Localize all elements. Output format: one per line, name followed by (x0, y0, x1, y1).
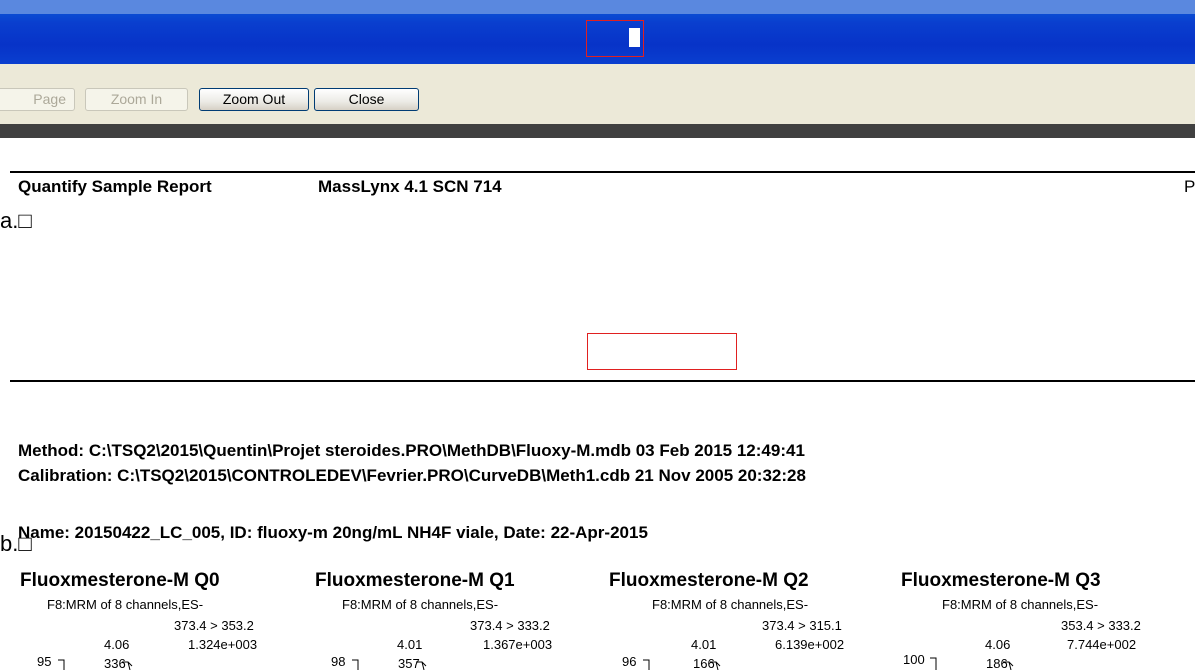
annotation-b: b.□ (0, 531, 32, 556)
chromatogram-transition: 373.4 > 315.1 (762, 618, 842, 633)
report-header-rule (10, 171, 1195, 173)
method-line: Method: C:\TSQ2\2015\Quentin\Projet ster… (18, 441, 805, 460)
software-version: MassLynx 4.1 SCN 714 (318, 177, 502, 196)
chromatogram-channel: F8:MRM of 8 channels,ES- (342, 597, 499, 612)
zoom-in-button[interactable]: Zoom In (85, 88, 188, 111)
report-divider-rule (10, 380, 1195, 382)
chromatogram-title: Fluoxmesterone-M Q2 (609, 570, 809, 591)
report-title: Quantify Sample Report (18, 177, 212, 196)
chromatogram-transition: 373.4 > 353.2 (174, 618, 254, 633)
zoom-out-button[interactable]: Zoom Out (199, 88, 309, 111)
chromatogram-channel: F8:MRM of 8 channels,ES- (942, 597, 1099, 612)
toolbar-separator (0, 124, 1195, 138)
axis-tick-q0 (58, 659, 65, 670)
titlebar-highlight (0, 0, 1195, 14)
chromatogram-title: Fluoxmesterone-M Q0 (20, 570, 220, 591)
highlight-box-report (587, 333, 737, 370)
peak-marker-q0 (122, 661, 133, 670)
toolbar: Page Zoom In Zoom Out Close (0, 64, 1195, 124)
sample-name-line: Name: 20150422_LC_005, ID: fluoxy-m 20ng… (18, 523, 648, 542)
titlebar-marker (629, 28, 640, 47)
peak-marker-q3 (1003, 661, 1014, 670)
page-button[interactable]: Page (0, 88, 75, 111)
chromatogram-transition: 353.4 > 333.2 (1061, 618, 1141, 633)
calibration-line: Calibration: C:\TSQ2\2015\CONTROLEDEV\Fe… (18, 466, 806, 485)
axis-tick-q1 (352, 659, 359, 670)
close-button[interactable]: Close (314, 88, 419, 111)
chromatogram-title: Fluoxmesterone-M Q1 (315, 570, 515, 591)
axis-tick-q2 (643, 659, 650, 670)
chromatogram-transition: 373.4 > 333.2 (470, 618, 550, 633)
chromatogram-channel: F8:MRM of 8 channels,ES- (652, 597, 809, 612)
annotation-a: a.□ (0, 208, 32, 233)
peak-marker-q2 (710, 661, 721, 670)
chromatogram-axis-marks (58, 657, 1014, 670)
chromatogram-title: Fluoxmesterone-M Q3 (901, 570, 1101, 591)
page-letter: P (1184, 177, 1195, 196)
chromatogram-channel: F8:MRM of 8 channels,ES- (47, 597, 204, 612)
peak-marker-q1 (416, 661, 427, 670)
axis-tick-q3 (930, 657, 937, 670)
